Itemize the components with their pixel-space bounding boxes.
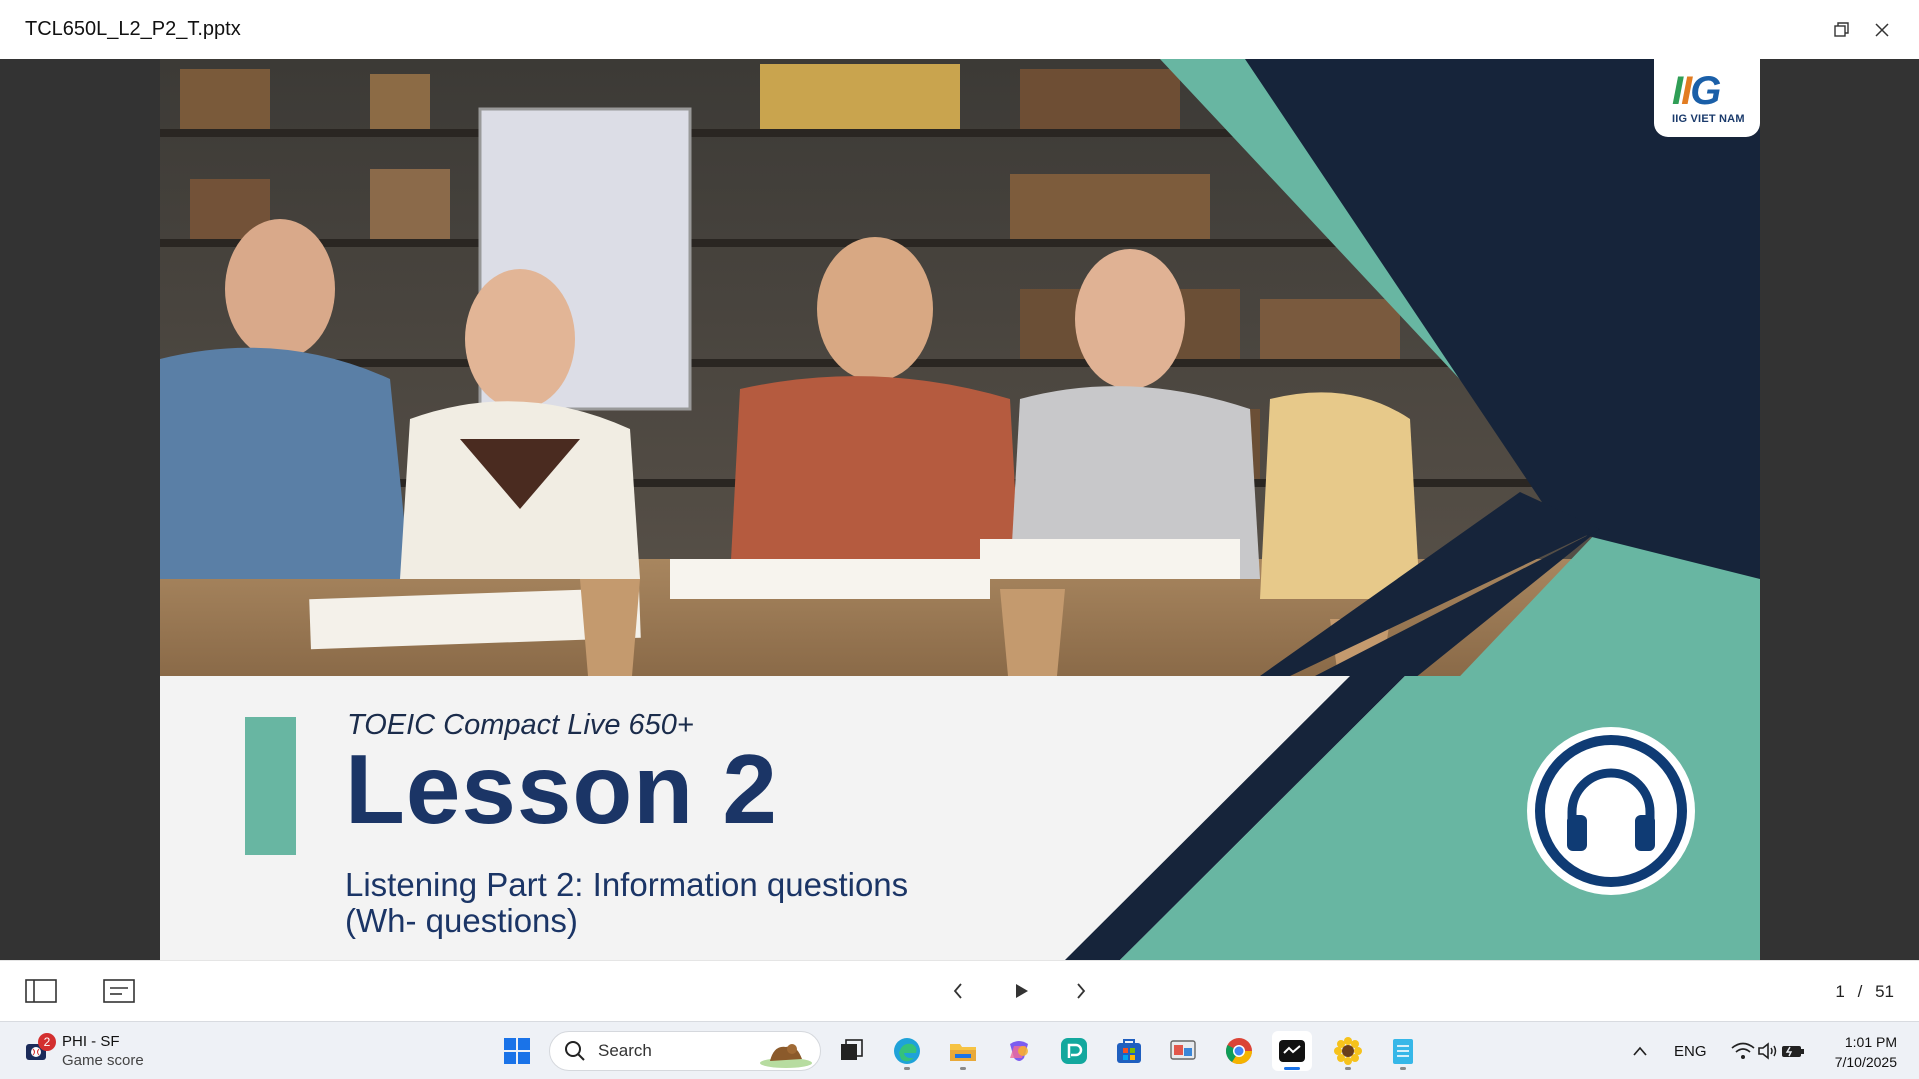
slide-stage: IIG IIG VIET NAM TOEIC Compact Live 650+… xyxy=(0,59,1919,960)
headphones-icon xyxy=(1535,735,1687,887)
previous-slide-icon xyxy=(953,983,962,999)
sports-widget[interactable]: 2 PHI - SF Game score xyxy=(24,1030,164,1072)
headphones-badge xyxy=(1527,727,1695,895)
total-pages: 51 xyxy=(1875,982,1894,1001)
lesson-description: Listening Part 2: Information questions … xyxy=(345,867,908,939)
lesson-title: Lesson 2 xyxy=(345,734,778,844)
notification-badge: 2 xyxy=(38,1033,56,1051)
task-view-button[interactable] xyxy=(831,1031,871,1071)
remote-app-button[interactable] xyxy=(1163,1031,1203,1071)
task-view-icon xyxy=(841,1039,863,1060)
copilot-button[interactable] xyxy=(999,1031,1039,1071)
notes-button[interactable] xyxy=(102,976,136,1006)
taskbar: 2 PHI - SF Game score Search ENG 1:01 PM… xyxy=(0,1021,1919,1079)
restore-icon xyxy=(1834,22,1849,37)
page-separator: / xyxy=(1857,982,1863,1001)
start-button[interactable] xyxy=(497,1031,537,1071)
chrome-icon xyxy=(1226,1038,1253,1065)
widget-title: PHI - SF xyxy=(62,1033,120,1050)
pictogram-app-icon xyxy=(1061,1038,1087,1064)
viewer-app-icon xyxy=(1279,1040,1305,1062)
folder-icon xyxy=(950,1044,976,1061)
volume-icon xyxy=(1758,1042,1777,1060)
restore-button[interactable] xyxy=(1826,14,1858,46)
running-indicator xyxy=(1345,1067,1351,1070)
widget-subtitle: Game score xyxy=(62,1052,144,1069)
clock-date: 7/10/2025 xyxy=(1834,1054,1897,1070)
running-indicator xyxy=(904,1067,910,1070)
panel-toggle-button[interactable] xyxy=(24,976,58,1006)
lesson-description-line1: Listening Part 2: Information questions xyxy=(345,866,909,903)
search-icon xyxy=(565,1041,585,1061)
active-indicator xyxy=(1284,1067,1300,1070)
slide: IIG IIG VIET NAM TOEIC Compact Live 650+… xyxy=(160,59,1760,960)
store-icon xyxy=(1117,1039,1141,1063)
wifi-icon xyxy=(1731,1042,1755,1059)
close-icon xyxy=(1875,23,1889,37)
system-clock[interactable]: 1:01 PM 7/10/2025 xyxy=(1835,1032,1897,1072)
notepad-icon xyxy=(1393,1039,1413,1064)
classroom-photo xyxy=(160,59,1760,676)
next-slide-button[interactable] xyxy=(1071,976,1091,1006)
notes-icon xyxy=(103,979,135,1003)
edge-button[interactable] xyxy=(887,1031,927,1071)
viewer-toolbar: 1 / 51 xyxy=(0,960,1919,1021)
active-app-button[interactable] xyxy=(1272,1031,1312,1071)
clock-time: 1:01 PM xyxy=(1844,1034,1897,1050)
store-button[interactable] xyxy=(1109,1031,1149,1071)
logo-text: IIG VIET NAM xyxy=(1672,113,1745,125)
panel-toggle-icon xyxy=(25,979,57,1003)
previous-slide-button[interactable] xyxy=(948,976,968,1006)
battery-icon xyxy=(1782,1046,1804,1057)
file-explorer-button[interactable] xyxy=(943,1031,983,1071)
windows-icon xyxy=(504,1038,530,1064)
sunflower-icon xyxy=(1334,1037,1362,1065)
close-button[interactable] xyxy=(1866,14,1898,46)
search-label: Search xyxy=(598,1041,652,1060)
edge-icon xyxy=(894,1038,920,1064)
lesson-description-line2: (Wh- questions) xyxy=(345,902,578,939)
quick-settings-button[interactable] xyxy=(1718,1031,1818,1071)
running-indicator xyxy=(1400,1067,1406,1070)
play-icon xyxy=(1016,984,1028,998)
logo-mark: IIG xyxy=(1672,69,1721,113)
title-bar: TCL650L_L2_P2_T.pptx xyxy=(0,0,1919,59)
copilot-icon xyxy=(1010,1041,1028,1061)
running-indicator xyxy=(960,1067,966,1070)
baseball-icon: 2 xyxy=(24,1033,56,1066)
chevron-up-icon xyxy=(1633,1046,1647,1056)
sunflower-app-button[interactable] xyxy=(1328,1031,1368,1071)
remote-desktop-icon xyxy=(1170,1040,1196,1060)
taskbar-search[interactable]: Search xyxy=(549,1031,821,1071)
iig-logo: IIG IIG VIET NAM xyxy=(1654,59,1760,137)
current-page: 1 xyxy=(1835,982,1845,1001)
title-accent-bar xyxy=(245,717,296,855)
play-slideshow-button[interactable] xyxy=(1010,976,1034,1006)
language-indicator[interactable]: ENG xyxy=(1674,1043,1707,1060)
notepad-button[interactable] xyxy=(1383,1031,1423,1071)
app-p-button[interactable] xyxy=(1054,1031,1094,1071)
next-slide-icon xyxy=(1077,983,1086,999)
search-highlight-icon xyxy=(760,1044,812,1068)
window-title: TCL650L_L2_P2_T.pptx xyxy=(25,18,241,40)
chrome-button[interactable] xyxy=(1219,1031,1259,1071)
page-indicator: 1 / 51 xyxy=(1835,982,1894,1002)
show-hidden-icons-button[interactable] xyxy=(1620,1031,1660,1071)
